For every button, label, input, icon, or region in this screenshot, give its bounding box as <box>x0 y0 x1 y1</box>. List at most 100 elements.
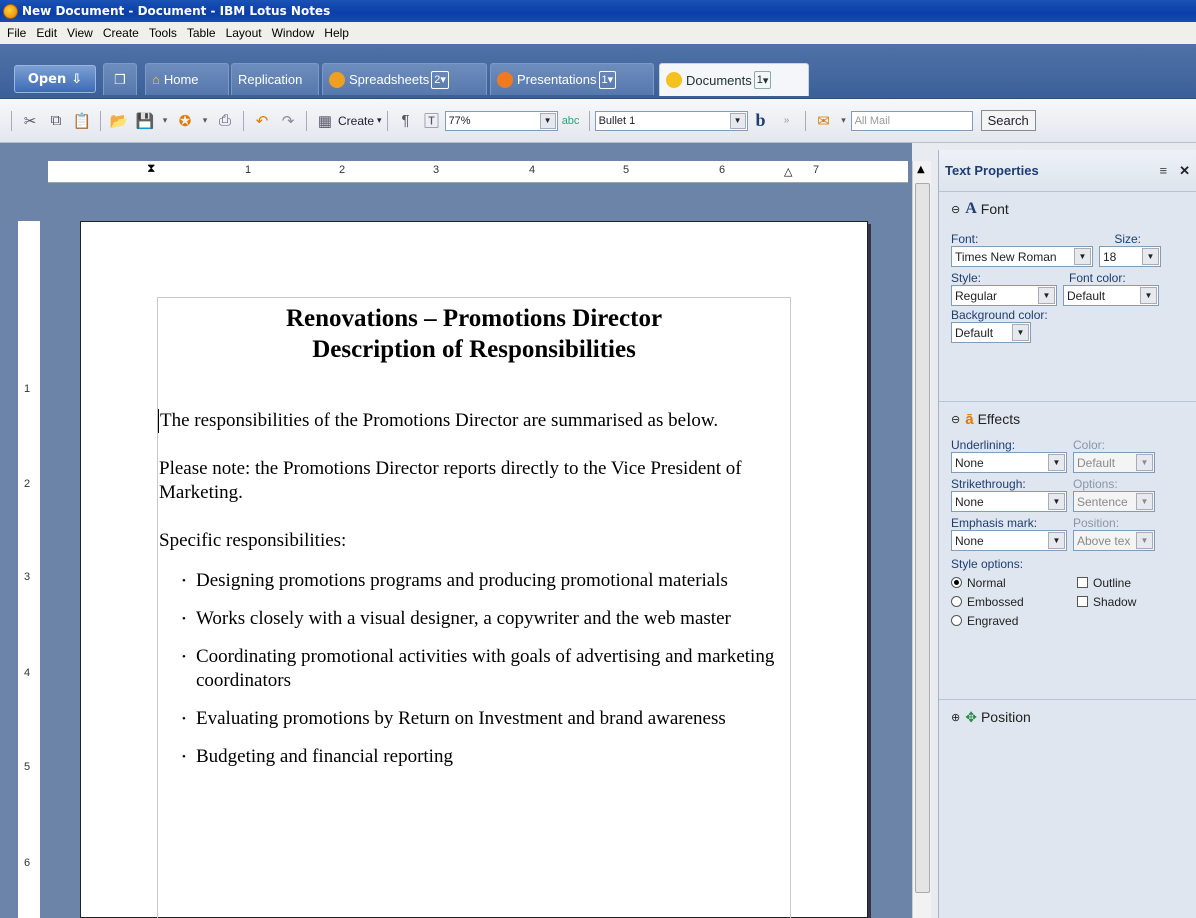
strikethrough-select[interactable]: None ▼ <box>951 491 1067 512</box>
scrollbar-thumb[interactable] <box>915 183 930 893</box>
font-color-select[interactable]: Default ▼ <box>1063 285 1159 306</box>
tab-documents[interactable]: Documents 1 ▾ <box>659 63 809 96</box>
separator <box>11 110 12 131</box>
close-icon[interactable]: ✕ <box>1179 163 1190 179</box>
position-section-header[interactable]: ⊕ ✥ Position <box>951 700 1184 734</box>
underlining-label: Underlining: <box>951 438 1016 452</box>
embossed-radio[interactable]: Embossed <box>951 592 1071 611</box>
vertical-ruler[interactable]: 1 2 3 4 5 6 <box>18 221 40 918</box>
chevron-down-icon: ▼ <box>539 112 556 129</box>
effects-section-header[interactable]: ⊖ ā Effects <box>951 402 1184 436</box>
vertical-scrollbar[interactable]: ▲ <box>912 161 931 918</box>
collapse-icon: ⊖ <box>951 203 961 216</box>
ruler-right-margin-icon[interactable]: △ <box>784 165 792 178</box>
paragraph[interactable]: Specific responsibilities: <box>158 529 790 553</box>
menu-window[interactable]: Window <box>267 26 320 40</box>
scroll-up-icon[interactable]: ▲ <box>917 164 925 175</box>
documents-icon <box>666 72 682 88</box>
dropdown-arrow-icon[interactable]: ▾ <box>839 110 849 132</box>
ruler-indent-marker-icon[interactable]: ⧗ <box>147 161 155 176</box>
style-label: Style: <box>951 271 982 285</box>
search-input[interactable]: All Mail <box>850 110 973 131</box>
ruler-number: 6 <box>719 164 726 176</box>
copy-icon[interactable]: ⧉ <box>45 110 67 132</box>
tab-home[interactable]: ⌂ Home <box>145 63 229 95</box>
outline-checkbox[interactable]: Outline <box>1077 573 1136 592</box>
mail-icon[interactable]: ✉ <box>813 110 835 132</box>
windows-icon: ❐ <box>114 71 126 87</box>
radio-dot <box>951 615 962 626</box>
paragraph[interactable]: Please note: the Promotions Director rep… <box>158 457 790 505</box>
chevron-down-icon: ▼ <box>1048 493 1065 510</box>
menu-help[interactable]: Help <box>319 26 354 40</box>
list-item[interactable]: Coordinating promotional activities with… <box>182 645 790 693</box>
option-label: Outline <box>1093 575 1132 590</box>
list-item[interactable]: Budgeting and financial reporting <box>182 745 790 769</box>
size-label: Size: <box>1114 232 1141 246</box>
create-menu-button[interactable]: Create ▾ <box>338 114 382 128</box>
paragraph-style-select[interactable]: Bullet 1 ▼ <box>594 110 748 131</box>
tab-replication[interactable]: Replication <box>231 63 319 95</box>
redo-icon[interactable]: ↷ <box>277 110 299 132</box>
spell-check-icon[interactable]: abc <box>560 110 582 132</box>
font-select[interactable]: Times New Roman ▼ <box>951 246 1093 267</box>
underlining-select[interactable]: None ▼ <box>951 452 1067 473</box>
ruler-number: 4 <box>24 667 31 679</box>
spreadsheets-count[interactable]: 2 ▾ <box>431 70 449 89</box>
menu-view[interactable]: View <box>62 26 98 40</box>
panel-menu-icon[interactable]: ≡ <box>1160 163 1168 178</box>
cut-icon[interactable]: ✂ <box>19 110 41 132</box>
paragraph[interactable]: The responsibilities of the Promotions D… <box>158 409 790 433</box>
text-box-icon[interactable]: 🅃 <box>421 110 443 132</box>
normal-radio[interactable]: Normal <box>951 573 1071 592</box>
zoom-select[interactable]: 77% ▼ <box>444 110 558 131</box>
menu-edit[interactable]: Edit <box>31 26 62 40</box>
style-select[interactable]: Regular ▼ <box>951 285 1057 306</box>
menu-file[interactable]: File <box>2 26 31 40</box>
ruler-number: 3 <box>433 164 440 176</box>
horizontal-ruler[interactable]: ⧗ 1 2 3 4 5 6 △ 7 <box>48 161 908 183</box>
save-icon[interactable]: 💾 <box>134 110 156 132</box>
paste-icon[interactable]: 📋 <box>71 110 93 132</box>
chevron-down-icon: ▼ <box>729 112 746 129</box>
list-item[interactable]: Designing promotions programs and produc… <box>182 569 790 593</box>
menu-tools[interactable]: Tools <box>144 26 182 40</box>
separator <box>306 110 307 131</box>
list-item[interactable]: Works closely with a visual designer, a … <box>182 607 790 631</box>
shadow-checkbox[interactable]: Shadow <box>1077 592 1136 611</box>
size-select[interactable]: 18 ▼ <box>1099 246 1161 267</box>
table-icon[interactable]: ▦ <box>314 110 336 132</box>
chevron-down-icon: ▼ <box>1142 248 1159 265</box>
text-properties-panel: Text Properties ≡ ✕ ⊖ A Font Font: Size:… <box>938 150 1196 918</box>
window-list-button[interactable]: ❐ <box>103 63 137 95</box>
presentations-count[interactable]: 1 ▾ <box>598 70 617 89</box>
tab-spreadsheets[interactable]: Spreadsheets 2 ▾ <box>322 63 487 95</box>
menu-table[interactable]: Table <box>182 26 221 40</box>
attach-icon[interactable]: ✪ <box>174 110 196 132</box>
document-body[interactable]: Renovations – Promotions Director Descri… <box>157 297 791 918</box>
emphasis-mark-select[interactable]: None ▼ <box>951 530 1067 551</box>
dropdown-arrow-icon[interactable]: ▾ <box>160 110 170 132</box>
engraved-radio[interactable]: Engraved <box>951 611 1071 630</box>
menu-layout[interactable]: Layout <box>221 26 267 40</box>
print-icon[interactable]: ⎙ <box>214 110 236 132</box>
position-icon: ✥ <box>965 708 977 725</box>
ruler-number: 3 <box>24 571 31 583</box>
undo-icon[interactable]: ↶ <box>251 110 273 132</box>
ruler-number: 5 <box>24 761 31 773</box>
bold-button[interactable]: b <box>750 110 772 132</box>
background-color-select[interactable]: Default ▼ <box>951 322 1031 343</box>
documents-count[interactable]: 1 ▾ <box>753 71 772 89</box>
list-item[interactable]: Evaluating promotions by Return on Inves… <box>182 707 790 731</box>
chevron-down-icon: ▼ <box>1136 493 1153 510</box>
menu-create[interactable]: Create <box>98 26 144 40</box>
more-icon[interactable]: » <box>776 110 798 132</box>
paragraph-icon[interactable]: ¶ <box>395 110 417 132</box>
search-button[interactable]: Search <box>980 110 1036 131</box>
font-section-header[interactable]: ⊖ A Font <box>951 192 1184 226</box>
open-button[interactable]: Open ⇩ <box>14 65 96 93</box>
effects-icon: ā <box>965 410 974 428</box>
open-folder-icon[interactable]: 📂 <box>108 110 130 132</box>
tab-presentations[interactable]: Presentations 1 ▾ <box>490 63 654 95</box>
dropdown-arrow-icon[interactable]: ▾ <box>200 110 210 132</box>
